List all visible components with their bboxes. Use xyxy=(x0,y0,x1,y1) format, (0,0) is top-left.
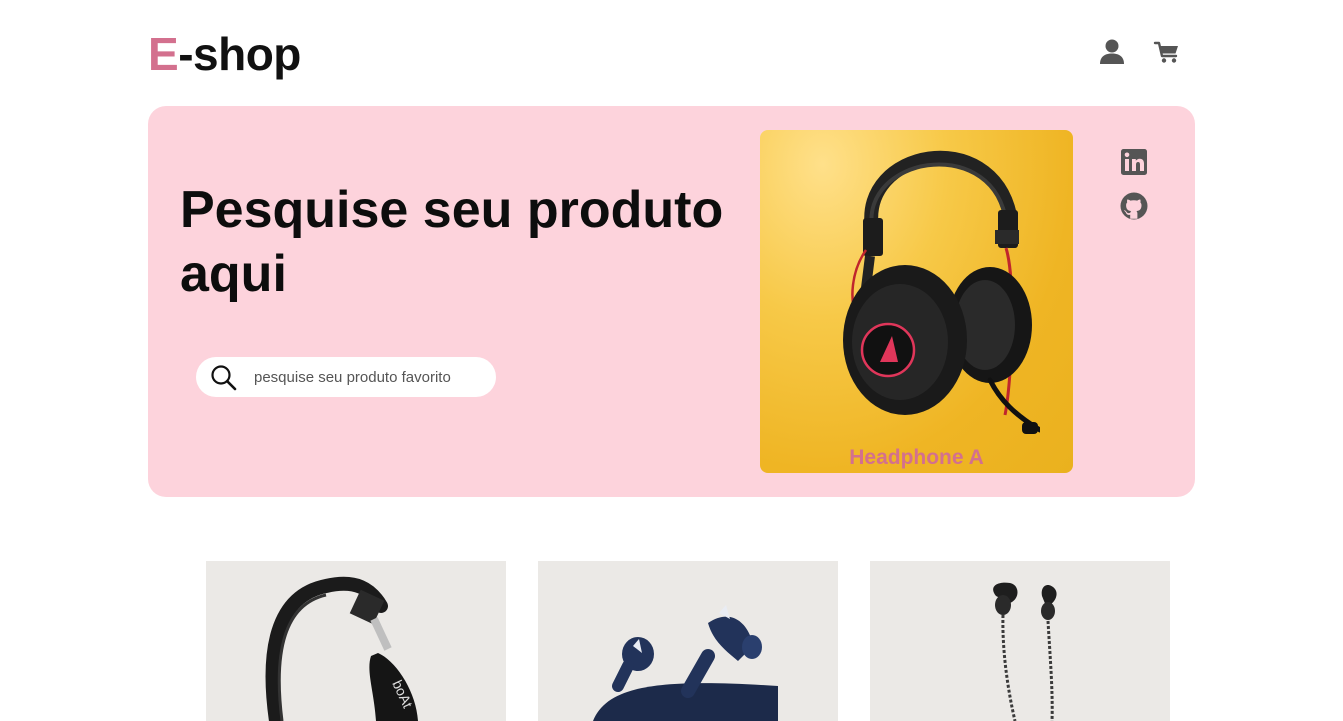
logo-accent: E xyxy=(148,28,179,80)
search-input[interactable] xyxy=(252,365,486,389)
header: E-shop xyxy=(148,24,1195,84)
hero-title: Pesquise seu produto aqui xyxy=(180,181,724,303)
product-card[interactable]: boAt xyxy=(206,561,506,721)
headphone-image xyxy=(843,150,1040,434)
user-icon[interactable] xyxy=(1098,38,1126,66)
logo[interactable]: E-shop xyxy=(148,26,301,82)
search-icon[interactable] xyxy=(210,364,237,391)
product-card[interactable] xyxy=(870,561,1170,721)
github-icon[interactable] xyxy=(1120,192,1148,220)
search-bar[interactable] xyxy=(196,357,496,397)
featured-product-card[interactable]: Headphone A xyxy=(760,130,1073,473)
earphones-image xyxy=(993,582,1057,721)
featured-product-label: Headphone A xyxy=(849,446,984,469)
logo-text: -shop xyxy=(178,28,301,80)
headphone-image: boAt xyxy=(265,576,418,721)
linkedin-icon[interactable] xyxy=(1120,148,1148,176)
earbuds-image xyxy=(593,605,778,721)
cart-icon[interactable] xyxy=(1153,38,1181,66)
hero-banner: Pesquise seu produto aqui pesquise seu p… xyxy=(148,106,1195,497)
product-card[interactable] xyxy=(538,561,838,721)
